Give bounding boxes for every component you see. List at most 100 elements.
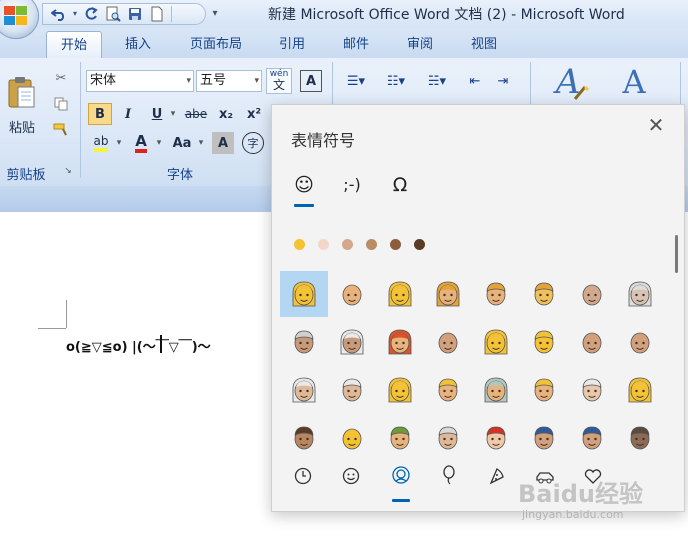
- document-text[interactable]: o(≧▽≦o) |(～￣▽￣)～: [66, 336, 211, 355]
- bold-button[interactable]: B: [88, 103, 112, 125]
- change-case-button[interactable]: Aa: [168, 132, 196, 154]
- clipboard-dialog-launcher[interactable]: ↘: [62, 164, 74, 178]
- emoji-old-man-3[interactable]: [568, 367, 616, 413]
- chevron-down-icon[interactable]: ▾: [154, 132, 164, 154]
- numbering-icon[interactable]: ☷▾: [378, 70, 414, 92]
- emoji-woman-grey[interactable]: [472, 367, 520, 413]
- chevron-down-icon[interactable]: ▾: [114, 132, 124, 154]
- emoji-boy-cap[interactable]: [280, 415, 328, 461]
- skin-tone-option[interactable]: [294, 239, 305, 250]
- skin-tone-option[interactable]: [342, 239, 353, 250]
- italic-button[interactable]: I: [116, 103, 140, 125]
- tab-kaomoji[interactable]: ;-): [335, 171, 369, 199]
- emoji-white-hair-woman[interactable]: [280, 367, 328, 413]
- emoji-man-4[interactable]: [616, 319, 664, 365]
- emoji-woman-curly[interactable]: [424, 271, 472, 317]
- tab-insert[interactable]: 插入: [110, 31, 166, 58]
- chevron-down-icon[interactable]: ▾: [168, 103, 178, 125]
- pizza-icon[interactable]: [480, 465, 514, 495]
- emoji-police-officer-2[interactable]: [568, 415, 616, 461]
- balloon-icon[interactable]: [432, 465, 466, 495]
- emoji-boy[interactable]: [520, 319, 568, 365]
- chevron-down-icon[interactable]: ▾: [186, 71, 191, 91]
- superscript-button[interactable]: x²: [242, 103, 266, 125]
- emoji-police-officer[interactable]: [520, 415, 568, 461]
- skin-tone-option[interactable]: [414, 239, 425, 250]
- font-name-combo[interactable]: 宋体 ▾: [86, 70, 194, 92]
- tab-symbols[interactable]: Ω: [383, 171, 417, 199]
- text-highlight-button[interactable]: ab: [88, 132, 114, 154]
- smiley-icon[interactable]: [334, 465, 368, 495]
- cut-icon[interactable]: ✂: [50, 68, 72, 88]
- font-size-combo[interactable]: 五号 ▾: [196, 70, 262, 92]
- tab-view[interactable]: 视图: [458, 31, 510, 58]
- emoji-man-3[interactable]: [568, 319, 616, 365]
- skin-tone-option[interactable]: [318, 239, 329, 250]
- tab-home[interactable]: 开始: [46, 31, 102, 58]
- print-preview-icon[interactable]: [103, 5, 123, 23]
- tab-page-layout[interactable]: 页面布局: [178, 31, 254, 58]
- emoji-baby-bald[interactable]: [568, 271, 616, 317]
- enclose-characters-button[interactable]: 字: [242, 132, 264, 154]
- copy-icon[interactable]: [50, 94, 72, 114]
- decrease-indent-icon[interactable]: ⇤: [462, 70, 488, 92]
- emoji-woman-2[interactable]: [472, 319, 520, 365]
- redo-icon[interactable]: [81, 5, 101, 23]
- change-styles-icon[interactable]: [572, 84, 590, 102]
- character-border-button[interactable]: A: [300, 70, 322, 92]
- underline-button[interactable]: U: [146, 103, 168, 125]
- emoji-man-light[interactable]: [328, 271, 376, 317]
- phonetic-guide-button[interactable]: wén 文: [266, 68, 292, 94]
- car-icon[interactable]: [528, 465, 562, 495]
- undo-dropdown-icon[interactable]: ▾: [71, 5, 79, 23]
- format-painter-icon[interactable]: [50, 120, 72, 140]
- skin-tone-option[interactable]: [390, 239, 401, 250]
- emoji-man-blond[interactable]: [472, 271, 520, 317]
- emoji-detective[interactable]: [616, 415, 664, 461]
- emoji-old-woman-3[interactable]: [616, 367, 664, 413]
- emoji-old-man-santa[interactable]: [424, 415, 472, 461]
- chevron-down-icon[interactable]: ▾: [254, 71, 259, 91]
- emoji-man-beard[interactable]: [328, 415, 376, 461]
- emoji-woman[interactable]: [376, 271, 424, 317]
- emoji-man[interactable]: [520, 271, 568, 317]
- emoji-old-man[interactable]: [280, 319, 328, 365]
- clock-icon[interactable]: [286, 465, 320, 495]
- emoji-old-man-2[interactable]: [328, 367, 376, 413]
- save-icon[interactable]: [125, 5, 145, 23]
- tab-references[interactable]: 引用: [266, 31, 318, 58]
- tab-mailings[interactable]: 邮件: [330, 31, 382, 58]
- multilevel-list-icon[interactable]: ☵▾: [418, 70, 456, 92]
- emoji-man-2[interactable]: [424, 319, 472, 365]
- emoji-old-woman-2[interactable]: [328, 319, 376, 365]
- character-shading-button[interactable]: A: [212, 132, 234, 154]
- chevron-down-icon[interactable]: ▾: [196, 132, 206, 154]
- person-icon[interactable]: [384, 465, 418, 495]
- strikethrough-button[interactable]: abe: [182, 103, 210, 125]
- emoji-man-blond-2[interactable]: [424, 367, 472, 413]
- heart-icon[interactable]: [576, 465, 610, 495]
- emoji-blond-woman[interactable]: [280, 271, 328, 317]
- tab-emoji[interactable]: ☺: [287, 171, 321, 199]
- emoji-old-woman[interactable]: [616, 271, 664, 317]
- emoji-man-green-cap[interactable]: [376, 415, 424, 461]
- customize-qat-button[interactable]: ▾: [208, 5, 222, 23]
- close-button[interactable]: ✕: [644, 113, 668, 137]
- paste-button[interactable]: 粘贴: [2, 66, 42, 144]
- emoji-santa-claus[interactable]: [472, 415, 520, 461]
- undo-icon[interactable]: [49, 5, 69, 23]
- emoji-woman-blond-long[interactable]: [376, 367, 424, 413]
- skin-tone-option[interactable]: [366, 239, 377, 250]
- quick-style-heading[interactable]: A: [614, 62, 654, 102]
- person-emoji-icon: [534, 282, 554, 306]
- emoji-man-blond-3[interactable]: [520, 367, 568, 413]
- increase-indent-icon[interactable]: ⇥: [490, 70, 516, 92]
- font-color-button[interactable]: A: [128, 132, 154, 154]
- emoji-red-hair-woman[interactable]: [376, 319, 424, 365]
- subscript-button[interactable]: x₂: [214, 103, 238, 125]
- person-emoji-icon: [582, 332, 602, 354]
- new-document-icon[interactable]: [147, 5, 167, 23]
- scrollbar-thumb[interactable]: [675, 235, 678, 273]
- tab-review[interactable]: 审阅: [394, 31, 446, 58]
- bullets-icon[interactable]: ☰▾: [338, 70, 374, 92]
